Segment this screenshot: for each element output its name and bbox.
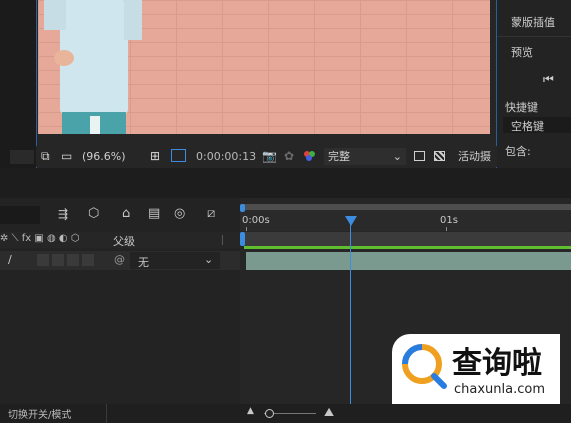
pick-whip-icon[interactable]: @: [114, 253, 125, 266]
parent-value: 无: [138, 256, 149, 269]
watermark-logo: 查询啦 chaxunla.com: [392, 334, 560, 404]
snapshot-camera-icon[interactable]: 📷: [262, 146, 277, 167]
switch-cell[interactable]: [52, 254, 64, 266]
always-preview-icon[interactable]: ⧉: [41, 146, 50, 167]
comp-start-marker: [240, 232, 245, 246]
mask-toggle-icon[interactable]: [171, 149, 186, 162]
current-time-indicator[interactable]: [350, 216, 351, 404]
layer-duration-bar[interactable]: [246, 252, 571, 270]
search-magnifier-icon: [402, 344, 447, 389]
playhead-handle[interactable]: [345, 216, 357, 226]
region-of-interest-icon[interactable]: [414, 151, 425, 161]
shortcut-value: 空格键: [511, 120, 544, 133]
timeline-footer: 切换开关/模式 ▲ ⛰: [0, 404, 571, 423]
project-panel-edge: [0, 0, 36, 168]
shortcut-dropdown[interactable]: 空格键: [503, 117, 571, 133]
layer-label-color-line: [244, 246, 571, 249]
parent-dropdown[interactable]: 无 ⌄: [130, 252, 220, 269]
resolution-dropdown[interactable]: 完整 ⌄: [324, 148, 406, 165]
chevron-down-icon: ⌄: [392, 150, 402, 163]
divider: [497, 36, 571, 37]
switch-cell[interactable]: [37, 254, 49, 266]
preview-panel: 蒙版插值 预览 ⏮ 快捷键 空格键 包含:: [497, 0, 571, 168]
watermark-url: chaxunla.com: [454, 382, 545, 397]
layer-column-header: ✲ ⟍ fx ▣ ◍ ◐ ⬡ 父级: [0, 232, 240, 248]
switches-header-icons: ✲ ⟍ fx ▣ ◍ ◐ ⬡: [0, 233, 80, 244]
toggle-switches-modes[interactable]: 切换开关/模式: [8, 406, 71, 421]
zoom-dropdown[interactable]: (96.6%): [82, 146, 126, 167]
monitor-icon[interactable]: ▭: [61, 146, 72, 167]
person-figure: [44, 0, 142, 134]
mask-interpolation-tab[interactable]: 蒙版插值: [511, 14, 555, 30]
divider: [222, 235, 223, 245]
zoom-out-icon[interactable]: ▲: [247, 406, 254, 416]
divider: [106, 404, 107, 423]
shy-layers-icon[interactable]: ⌂: [122, 206, 130, 221]
layer-search-input[interactable]: [0, 206, 40, 224]
composition-preview-image[interactable]: [38, 0, 490, 134]
motion-blur-icon[interactable]: ◎: [174, 206, 185, 221]
ruler-label-start: 0:00s: [242, 215, 270, 226]
ruler-label-1s: 01s: [440, 215, 458, 226]
zoom-slider-thumb[interactable]: [265, 409, 274, 418]
track-header-row: [244, 232, 571, 246]
work-area-start-handle[interactable]: [240, 204, 245, 212]
switch-cell[interactable]: [82, 254, 94, 266]
chevron-down-icon: ⌄: [204, 253, 214, 266]
active-camera-dropdown[interactable]: 活动摄: [458, 146, 491, 167]
show-snapshot-icon[interactable]: ✿: [284, 146, 294, 167]
channel-rgb-icon[interactable]: [304, 151, 316, 161]
panel-scroll-handle[interactable]: [10, 150, 34, 164]
composition-flowchart-icon[interactable]: ⇶: [58, 207, 68, 221]
grid-guide-icon[interactable]: ⊞: [150, 146, 160, 167]
pen-icon: ∕: [8, 253, 12, 266]
skip-to-start-icon[interactable]: ⏮: [543, 72, 554, 87]
draft-3d-icon[interactable]: ⬡: [88, 206, 99, 221]
graph-editor-icon[interactable]: ⧄: [207, 206, 215, 221]
tick: [446, 227, 447, 231]
switch-cell[interactable]: [67, 254, 79, 266]
preview-tab[interactable]: 预览: [511, 44, 533, 60]
work-area-bar[interactable]: [244, 204, 571, 210]
time-ruler[interactable]: 0:00s 01s: [240, 207, 571, 231]
viewer-toolbar: ⧉ ▭ (96.6%) ⊞ 0:00:00:13 📷 ✿ 完整 ⌄ 活动摄: [36, 146, 497, 167]
watermark-name: 查询啦: [452, 346, 542, 381]
transparency-grid-icon[interactable]: [434, 151, 445, 161]
layer-row[interactable]: ∕ @ 无 ⌄: [0, 251, 240, 270]
panel-divider-band: [0, 168, 571, 198]
frame-blending-icon[interactable]: ▤: [148, 206, 160, 221]
tick: [246, 227, 247, 231]
resolution-value: 完整: [328, 150, 350, 163]
include-label: 包含:: [505, 145, 531, 158]
timecode-display[interactable]: 0:00:00:13: [196, 146, 256, 167]
parent-header: 父级: [113, 235, 135, 248]
shortcut-label: 快捷键: [505, 101, 538, 114]
timeline-layer-panel: ⇶ ⬡ ⌂ ▤ ◎ ⧄ ✲ ⟍ fx ▣ ◍ ◐ ⬡ 父级 ∕ @ 无 ⌄: [0, 198, 240, 404]
zoom-in-icon[interactable]: ⛰: [324, 405, 334, 420]
